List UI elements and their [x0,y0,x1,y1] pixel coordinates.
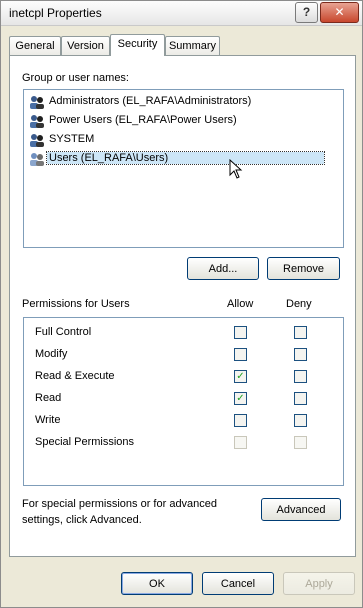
permissions-list: Full Control Modify Read & Execute ✓ Rea… [23,317,344,486]
apply-button: Apply [283,572,355,595]
allow-checkbox[interactable] [234,348,247,361]
list-item[interactable]: SYSTEM [27,131,341,149]
group-icon [30,96,44,109]
deny-header: Deny [286,298,312,310]
remove-button[interactable]: Remove [267,257,340,280]
deny-checkbox[interactable] [294,348,307,361]
group-icon [30,115,44,128]
permission-row: Modify [24,344,343,364]
group-icon [30,153,44,166]
title-bar[interactable]: inetcpl Properties ? ✕ [1,1,362,26]
user-name: SYSTEM [49,133,95,145]
tab-general[interactable]: General [9,36,61,55]
permission-row: Special Permissions [24,432,343,452]
add-button[interactable]: Add... [187,257,259,280]
advanced-text-line2: settings, click Advanced. [22,514,142,526]
user-name: Power Users (EL_RAFA\Power Users) [49,114,237,126]
permission-name: Read [35,392,62,404]
cancel-button[interactable]: Cancel [202,572,274,595]
permission-name: Modify [35,348,68,360]
advanced-text-line1: For special permissions or for advanced [22,498,218,510]
allow-checkbox[interactable]: ✓ [234,370,247,383]
mouse-cursor-icon [229,159,243,179]
permission-name: Full Control [35,326,92,338]
user-name: Administrators (EL_RAFA\Administrators) [49,95,252,107]
list-item[interactable]: Administrators (EL_RAFA\Administrators) [27,93,341,111]
list-item[interactable]: Power Users (EL_RAFA\Power Users) [27,112,341,130]
allow-header: Allow [227,298,254,310]
advanced-button[interactable]: Advanced [261,498,341,521]
properties-window: inetcpl Properties ? ✕ General Version S… [0,0,363,608]
allow-checkbox[interactable]: ✓ [234,392,247,405]
deny-checkbox [294,436,307,449]
permission-row: Read ✓ [24,388,343,408]
deny-checkbox[interactable] [294,370,307,383]
permission-name: Special Permissions [35,436,135,448]
group-icon [30,134,44,147]
window-title: inetcpl Properties [9,6,102,20]
allow-checkbox[interactable] [234,414,247,427]
user-list[interactable]: Administrators (EL_RAFA\Administrators) … [23,89,344,248]
close-button[interactable]: ✕ [320,2,359,23]
user-name: Users (EL_RAFA\Users) [46,151,325,165]
allow-checkbox [234,436,247,449]
group-label: Group or user names: [22,72,129,84]
permission-name: Write [35,414,61,426]
permission-name: Read & Execute [35,370,115,382]
help-button[interactable]: ? [295,2,318,23]
list-item-selected[interactable]: Users (EL_RAFA\Users) [27,150,341,168]
permission-row: Full Control [24,322,343,342]
deny-checkbox[interactable] [294,414,307,427]
deny-checkbox[interactable] [294,392,307,405]
deny-checkbox[interactable] [294,326,307,339]
ok-button[interactable]: OK [121,572,193,595]
permissions-label: Permissions for Users [22,298,130,310]
tab-summary[interactable]: Summary [165,36,220,55]
permission-row: Write [24,410,343,430]
permission-row: Read & Execute ✓ [24,366,343,386]
tab-security[interactable]: Security [110,34,165,56]
allow-checkbox[interactable] [234,326,247,339]
tab-version[interactable]: Version [61,36,110,55]
